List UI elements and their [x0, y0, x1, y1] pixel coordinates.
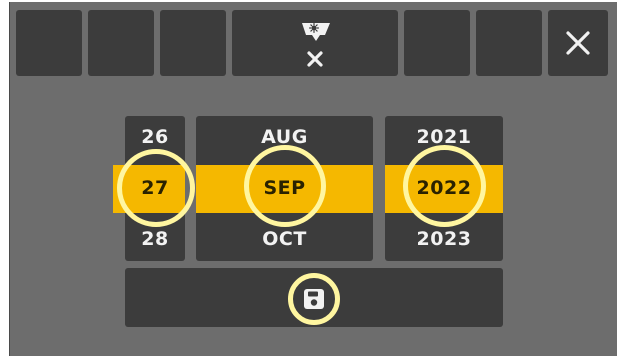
year-selected-value[interactable]: 2022 [385, 176, 503, 200]
close-button[interactable] [548, 10, 608, 76]
day-selected-value[interactable]: 27 [125, 176, 185, 200]
day-prev-value[interactable]: 26 [125, 125, 185, 149]
toolbar-button-1[interactable] [16, 10, 82, 76]
month-next-value[interactable]: OCT [196, 227, 373, 251]
toolbar-button-3[interactable] [160, 10, 226, 76]
close-icon [566, 31, 590, 55]
year-prev-value[interactable]: 2021 [385, 125, 503, 149]
day-next-value[interactable]: 28 [125, 227, 185, 251]
toolbar-button-6[interactable] [476, 10, 542, 76]
toolbar-button-5[interactable] [404, 10, 470, 76]
month-prev-value[interactable]: AUG [196, 125, 373, 149]
brightness-off-icon [302, 23, 330, 67]
month-selected-value[interactable]: SEP [196, 176, 373, 200]
save-icon [304, 289, 324, 309]
year-next-value[interactable]: 2023 [385, 227, 503, 251]
clear-brightness-button[interactable] [232, 10, 398, 76]
toolbar-button-2[interactable] [88, 10, 154, 76]
